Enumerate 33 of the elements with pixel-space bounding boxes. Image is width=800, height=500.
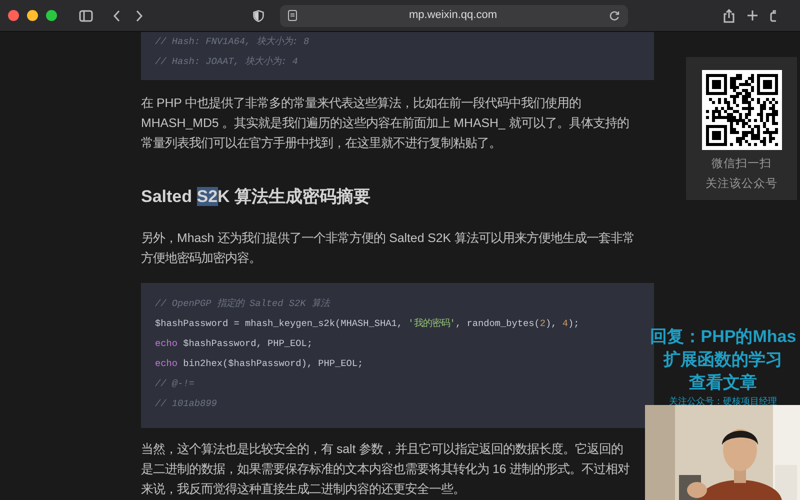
promo-note: 关注公众号：硬核项目经理 (668, 395, 778, 408)
minimize-button[interactable] (27, 10, 38, 21)
paragraph: 另外，Mhash 还为我们提供了一个非常方便的 Salted S2K 算法可以用来方便地生成一套非常 方便地密码加密内容。 (141, 230, 635, 267)
sidebar-icon[interactable] (79, 10, 93, 22)
section-heading: Salted S2K 算法生成密码摘要 (141, 186, 371, 208)
code-line: echo $hashPassword, PHP_EOL; (155, 337, 313, 351)
tabs-icon[interactable] (770, 10, 776, 22)
code-line: $hashPassword = mhash_keygen_s2k(MHASH_SHA1, '我的密码', random_bytes(2), 4); (155, 317, 580, 331)
address-bar[interactable]: mp.weixin.qq.com (280, 4, 628, 26)
code-line: // OpenPGP 指定的 Salted S2K 算法 (155, 297, 330, 311)
code-line: // @-!= (155, 377, 194, 391)
promo-text: 回复：PHP的Mhas (648, 326, 798, 348)
code-line: // Hash: FNV1A64, 块大小为: 8 (155, 35, 310, 49)
maximize-button[interactable] (46, 10, 57, 21)
back-icon[interactable] (113, 10, 121, 22)
code-line: // 101ab899 (155, 397, 217, 411)
close-button[interactable] (8, 10, 19, 21)
qr-caption: 关注该公众号 (706, 176, 778, 192)
forward-icon[interactable] (135, 10, 143, 22)
qr-code[interactable] (702, 70, 782, 150)
reload-icon[interactable] (609, 10, 620, 21)
paragraph: 在 PHP 中也提供了非常多的常量来代表这些算法，比如在前一段代码中我们使用的 MHASH_MD5 。其实就是我们遍历的这些内容在前面加上 MHASH_ 就可以了。具体支持的 常量列表我们可以在官方手册中找到，在这里就不进行复制粘贴了。 (141, 95, 629, 152)
code-line: // Hash: JOAAT, 块大小为: 4 (155, 55, 298, 69)
code-line: echo bin2hex($hashPassword), PHP_EOL; (155, 357, 364, 371)
paragraph: 当然，这个算法也是比较安全的，有 salt 参数，并且它可以指定返回的数据长度。它返回的 是二进制的数据，如果需要保存标准的文本内容也需要将其转化为 16 进制的形式。不过相对 来说，我反而觉得这种直接生成二进制内容的还更安全一些。 (141, 441, 630, 498)
url-text: mp.weixin.qq.com (408, 8, 498, 24)
page-icon (288, 10, 297, 21)
promo-text: 扩展函数的学习 (662, 349, 784, 371)
share-icon[interactable] (723, 8, 735, 22)
new-tab-icon[interactable] (747, 10, 758, 21)
shield-icon[interactable] (253, 10, 264, 22)
promo-text: 查看文章 (688, 372, 758, 394)
qr-caption: 微信扫一扫 (710, 156, 772, 172)
